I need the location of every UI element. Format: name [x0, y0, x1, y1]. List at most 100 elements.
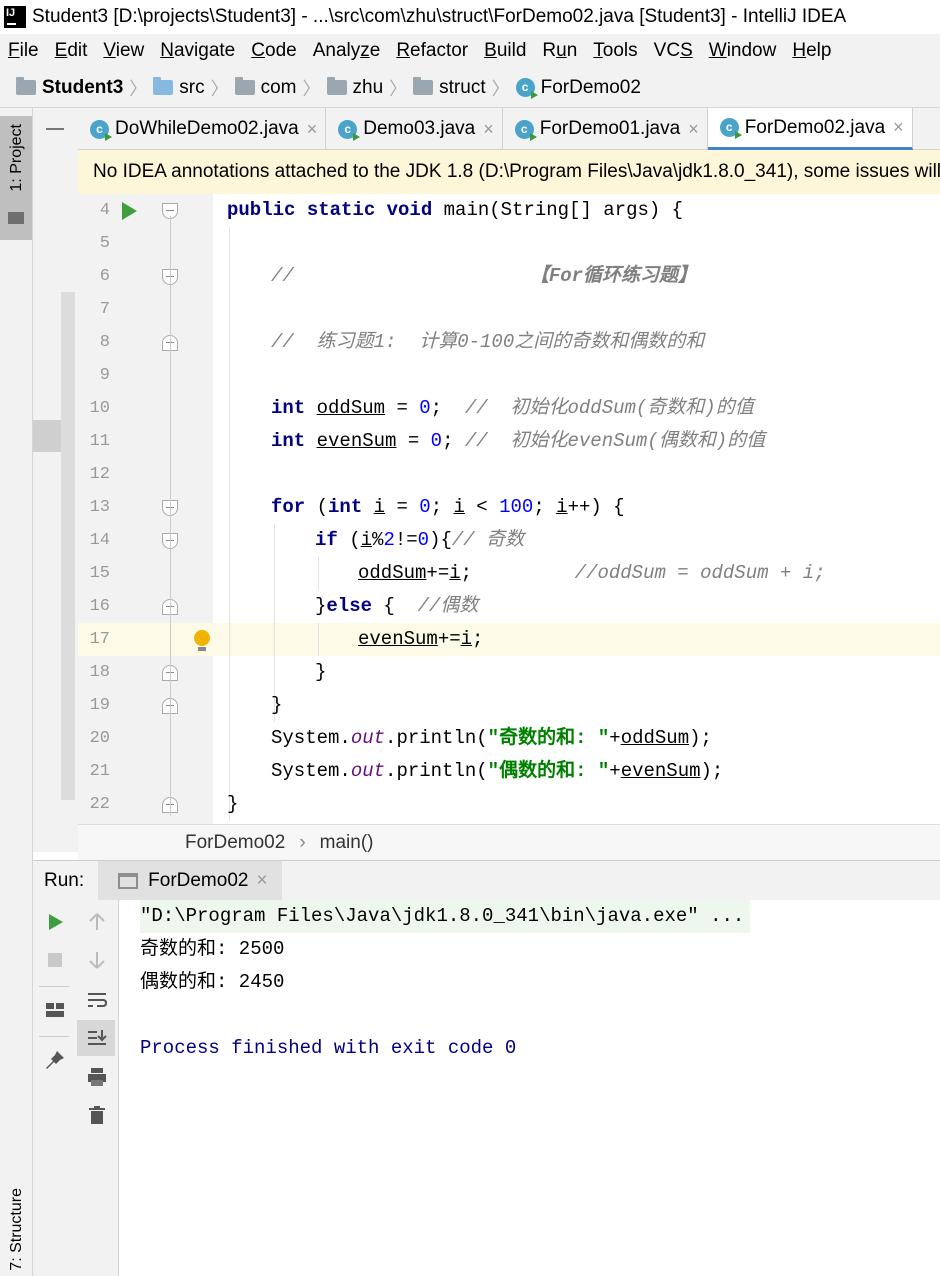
project-tool-tab[interactable]: 1: Project — [0, 116, 32, 240]
nav-zhu[interactable]: zhu — [326, 76, 384, 99]
code-line-19: } — [271, 694, 283, 716]
layout-icon[interactable] — [43, 998, 67, 1022]
line-number: 19 — [89, 696, 110, 715]
run-icon[interactable] — [122, 202, 137, 220]
indent-guide — [229, 227, 230, 821]
editor-tab[interactable]: c Demo03.java × — [326, 108, 503, 150]
menu-item[interactable]: Run — [542, 40, 577, 62]
line-number: 15 — [89, 564, 110, 583]
close-icon[interactable]: × — [307, 119, 318, 140]
run-toolbar-right — [75, 900, 119, 1276]
nav-separator: 〉 — [389, 78, 408, 99]
class-icon: c — [719, 118, 742, 139]
line-number: 9 — [99, 366, 110, 385]
nav-project-label: Student3 — [42, 76, 124, 98]
code-breadcrumb: ForDemo02 › main() — [78, 824, 940, 860]
window-title: Student3 [D:\projects\Student3] - ...\sr… — [32, 6, 847, 27]
menu-item[interactable]: Help — [792, 40, 831, 62]
close-icon[interactable]: × — [256, 870, 267, 892]
editor-tab-label: ForDemo02.java — [744, 116, 886, 138]
code-line-22: } — [227, 793, 239, 815]
structure-tool-tab[interactable]: 7: Structure — [8, 1188, 26, 1271]
pin-icon[interactable] — [43, 1048, 67, 1072]
crumb-method[interactable]: main() — [320, 832, 374, 854]
run-tool-header: Run: ForDemo02 × — [33, 860, 940, 901]
soft-wrap-icon[interactable] — [85, 988, 109, 1012]
menu-item[interactable]: Tools — [593, 40, 637, 62]
code-line-8: // 练习题1: 计算0-100之间的奇数和偶数的和 — [271, 331, 705, 353]
menu-item[interactable]: Analyze — [313, 40, 381, 62]
menu-item[interactable]: Build — [484, 40, 526, 62]
run-label: Run: — [44, 869, 85, 891]
crumb-class[interactable]: ForDemo02 — [185, 832, 285, 854]
run-tab[interactable]: ForDemo02 × — [98, 860, 282, 901]
crumb-arrow: › — [299, 831, 306, 853]
line-number: 12 — [89, 465, 110, 484]
annotations-banner: No IDEA annotations attached to the JDK … — [78, 150, 940, 194]
console-icon — [118, 872, 139, 889]
menu-item[interactable]: Navigate — [160, 40, 235, 62]
code-line-18: } — [315, 661, 327, 683]
close-icon[interactable]: × — [893, 117, 904, 138]
editor-tab[interactable]: c ForDemo02.java × — [707, 108, 913, 150]
minimize-icon[interactable] — [46, 128, 64, 130]
menu-item[interactable]: Code — [251, 40, 296, 62]
console-output[interactable]: "D:\Program Files\Java\jdk1.8.0_341\bin\… — [120, 900, 940, 1276]
nav-separator: 〉 — [129, 78, 148, 99]
line-number: 18 — [89, 663, 110, 682]
editor-tab-label: ForDemo01.java — [539, 118, 681, 139]
stop-icon[interactable] — [43, 948, 67, 972]
line-number: 11 — [89, 432, 110, 451]
console-even-sum: 偶数的和: 2450 — [140, 971, 285, 993]
folder-icon — [234, 77, 255, 95]
line-number: 8 — [99, 333, 110, 352]
menu-item[interactable]: VCS — [654, 40, 693, 62]
menu-item[interactable]: File — [8, 40, 39, 62]
navigation-bar: Student3 〉 src 〉 com 〉 zhu 〉 struct 〉 cF… — [0, 68, 940, 108]
folder-icon — [8, 212, 24, 224]
editor-tab[interactable]: c DoWhileDemo02.java × — [78, 108, 327, 150]
close-icon[interactable]: × — [688, 119, 699, 140]
menu-item[interactable]: Edit — [55, 40, 88, 62]
nav-file[interactable]: c ForDemo02 — [515, 77, 641, 99]
line-number: 7 — [99, 300, 110, 319]
editor-line: 22 — [78, 788, 940, 821]
menu-bar: File Edit View Navigate Code Analyze Refactor B… — [0, 34, 940, 68]
menu-item[interactable]: Refactor — [396, 40, 468, 62]
trash-icon[interactable] — [85, 1103, 109, 1127]
line-number: 20 — [89, 729, 110, 748]
line-number: 22 — [89, 795, 110, 814]
indent-guide — [318, 557, 319, 590]
editor-tabs: c DoWhileDemo02.java × c Demo03.java × c ForDem… — [78, 108, 940, 150]
line-number: 5 — [99, 234, 110, 253]
editor-line: 18 — [78, 656, 940, 689]
scroll-to-end-icon[interactable] — [85, 1026, 109, 1050]
nav-src[interactable]: src — [153, 76, 205, 99]
scroll-up-icon[interactable] — [85, 910, 109, 934]
run-icon[interactable] — [43, 910, 67, 934]
nav-separator: 〉 — [302, 78, 321, 99]
nav-project[interactable]: Student3 — [16, 77, 123, 99]
nav-struct[interactable]: struct — [413, 77, 486, 99]
line-number: 16 — [89, 597, 110, 616]
code-line-13: for (int i = 0; i < 100; i++) { — [271, 496, 625, 518]
nav-zhu-label: zhu — [352, 76, 384, 98]
run-tab-label: ForDemo02 — [148, 869, 249, 891]
nav-com[interactable]: com — [234, 76, 297, 99]
close-icon[interactable]: × — [483, 119, 494, 140]
nav-separator: 〉 — [210, 78, 229, 99]
left-scrollbar[interactable] — [61, 292, 75, 800]
code-line-16: }else { //偶数 — [315, 595, 479, 617]
scroll-down-icon[interactable] — [85, 948, 109, 972]
toolbar-divider — [39, 986, 69, 987]
menu-item[interactable]: Window — [709, 40, 777, 62]
code-editor[interactable]: 4 5 6 7 8 9 10 11 12 13 14 15 16 17 18 19 20 21 22 public … — [78, 194, 940, 824]
menu-item[interactable]: View — [103, 40, 144, 62]
lightbulb-icon[interactable] — [194, 630, 210, 651]
nav-com-label: com — [260, 76, 297, 98]
line-number: 21 — [89, 762, 110, 781]
editor-tab[interactable]: c ForDemo01.java × — [503, 108, 708, 150]
nav-src-label: src — [179, 76, 205, 98]
print-icon[interactable] — [85, 1065, 109, 1089]
left-tool-strip: 1: Project 7: Structure — [0, 108, 33, 1276]
